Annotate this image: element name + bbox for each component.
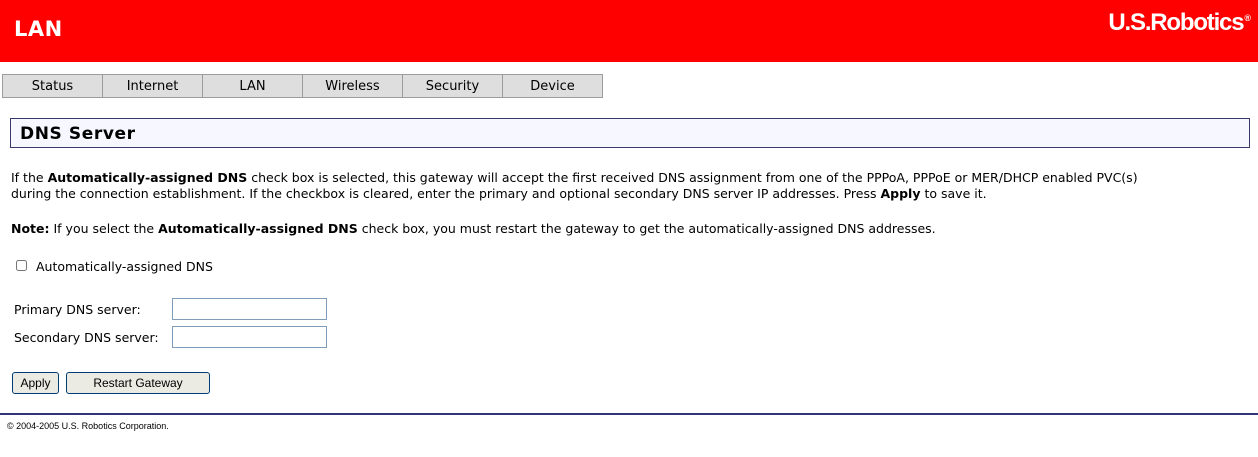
note-body: check box, you must restart the gateway … bbox=[357, 221, 936, 236]
auto-dns-label: Automatically-assigned DNS bbox=[36, 259, 213, 274]
header-bar: LAN U.S.Robotics® bbox=[0, 0, 1258, 62]
auto-dns-checkbox[interactable] bbox=[16, 260, 27, 271]
section-title: DNS Server bbox=[20, 124, 136, 144]
apply-button[interactable]: Apply bbox=[12, 372, 59, 394]
desc-text: check box is selected, this gateway will… bbox=[247, 170, 1138, 185]
section-header: DNS Server bbox=[10, 118, 1250, 148]
primary-dns-input[interactable] bbox=[172, 298, 327, 320]
note-text: Note: If you select the Automatically-as… bbox=[11, 221, 936, 237]
footer-divider bbox=[0, 413, 1258, 415]
primary-dns-label: Primary DNS server: bbox=[14, 302, 141, 317]
copyright: © 2004-2005 U.S. Robotics Corporation. bbox=[7, 421, 169, 431]
desc-text: during the connection establishment. If … bbox=[11, 186, 881, 201]
tab-status[interactable]: Status bbox=[3, 75, 103, 97]
tab-security[interactable]: Security bbox=[403, 75, 503, 97]
desc-emphasis: Apply bbox=[880, 186, 921, 201]
desc-text: to save it. bbox=[920, 186, 987, 201]
note-label: Note: bbox=[11, 221, 50, 236]
note-body: If you select the bbox=[49, 221, 159, 236]
desc-text: If the bbox=[11, 170, 48, 185]
registered-mark: ® bbox=[1244, 13, 1251, 23]
tab-internet[interactable]: Internet bbox=[103, 75, 203, 97]
description-text: If the Automatically-assigned DNS check … bbox=[11, 170, 1138, 202]
tab-wireless[interactable]: Wireless bbox=[303, 75, 403, 97]
brand-logo: U.S.Robotics® bbox=[1108, 9, 1251, 37]
secondary-dns-label: Secondary DNS server: bbox=[14, 330, 159, 345]
brand-name: U.S.Robotics bbox=[1108, 9, 1244, 36]
tab-lan[interactable]: LAN bbox=[203, 75, 303, 97]
desc-emphasis: Automatically-assigned DNS bbox=[47, 170, 248, 185]
restart-gateway-button[interactable]: Restart Gateway bbox=[66, 372, 210, 394]
page-title: LAN bbox=[14, 17, 63, 41]
tab-device[interactable]: Device bbox=[503, 75, 603, 97]
nav-tabs: Status Internet LAN Wireless Security De… bbox=[2, 74, 603, 98]
secondary-dns-input[interactable] bbox=[172, 326, 327, 348]
note-emphasis: Automatically-assigned DNS bbox=[158, 221, 358, 236]
